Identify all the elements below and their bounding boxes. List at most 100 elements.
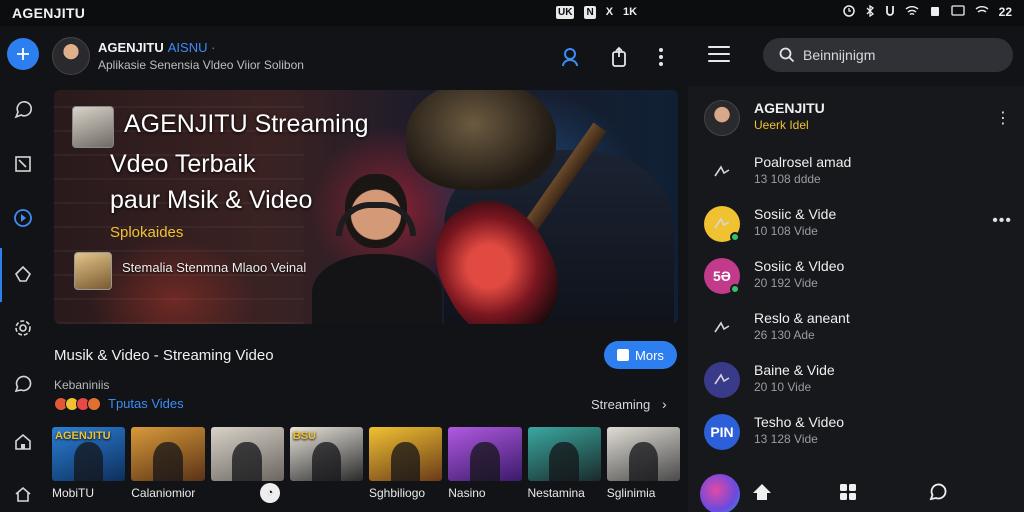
play-circle-icon bbox=[14, 209, 32, 227]
nav-chat-button[interactable] bbox=[926, 480, 950, 504]
video-thumbnail[interactable] bbox=[210, 427, 284, 481]
thumbnail-figure bbox=[390, 442, 421, 481]
channel-list-item[interactable]: 5Ə Sosiic & Vldeo 20 192 Vide bbox=[700, 256, 1020, 300]
channel-item-meta: 26 130 Ade bbox=[754, 328, 815, 342]
add-button[interactable] bbox=[7, 38, 39, 70]
channel-item-name: Poalrosel amad bbox=[754, 154, 852, 170]
online-status-dot bbox=[730, 284, 740, 294]
channel-list-item[interactable]: Baine & Vide 20 10 Vide bbox=[700, 360, 1020, 404]
overflow-menu-button[interactable] bbox=[648, 44, 674, 70]
chevron-right-icon[interactable]: › bbox=[662, 396, 667, 412]
video-thumbnail-label: Calaniomior bbox=[131, 486, 196, 500]
category-chips[interactable]: Tputas Vides bbox=[54, 396, 184, 411]
hero-title-line2: Vdeo Terbaik bbox=[110, 150, 256, 178]
share-icon bbox=[612, 46, 626, 67]
search-icon bbox=[779, 47, 795, 63]
hero-banner[interactable]: AGENJITU Streaming Vdeo Terbaik paur Msi… bbox=[54, 90, 678, 324]
cast-icon bbox=[950, 5, 965, 16]
video-thumbnail-label: MobiTU bbox=[52, 486, 95, 500]
rail-profile-button[interactable] bbox=[11, 430, 35, 454]
chips-label[interactable]: Tputas Vides bbox=[108, 396, 184, 411]
video-thumbnail[interactable] bbox=[606, 427, 680, 481]
thumbnail-text: BSU bbox=[292, 430, 316, 442]
video-thumbnail[interactable]: AGENJITU bbox=[52, 427, 126, 481]
play-circle-icon[interactable]: ◔ bbox=[260, 483, 280, 503]
more-button[interactable]: Mors bbox=[604, 341, 677, 369]
left-nav-rail bbox=[0, 26, 46, 512]
hero-headphone-person bbox=[312, 168, 442, 324]
bluetooth-icon bbox=[866, 5, 874, 17]
channel-list-item[interactable]: Reslo & aneant 26 130 Ade bbox=[700, 308, 1020, 352]
assistant-bubble-icon[interactable] bbox=[700, 474, 740, 512]
hero-tag: Splokaides bbox=[110, 224, 184, 241]
alarm-icon bbox=[842, 5, 855, 17]
video-thumbnail[interactable] bbox=[527, 427, 601, 481]
picture-icon bbox=[15, 156, 31, 172]
share-button[interactable] bbox=[606, 44, 632, 70]
streaming-link[interactable]: Streaming bbox=[591, 397, 650, 412]
profile-row[interactable]: AGENJITU Ueerk Idel ⋮ bbox=[700, 98, 1020, 142]
video-thumbnail[interactable] bbox=[448, 427, 522, 481]
profile-name: AGENJITU bbox=[754, 100, 825, 116]
account-button[interactable] bbox=[558, 44, 584, 70]
rail-home-button[interactable] bbox=[11, 262, 35, 286]
thumbnail-text: AGENJITU bbox=[55, 430, 111, 442]
hero-title-line1: AGENJITU Streaming bbox=[124, 110, 369, 138]
video-thumbnail-label bbox=[290, 486, 363, 500]
channel-list-item[interactable]: PIN Tesho & Video 13 128 Vide bbox=[700, 412, 1020, 456]
video-thumbnail[interactable] bbox=[369, 427, 443, 481]
rail-settings-button[interactable] bbox=[11, 316, 35, 340]
status-bar: AGENJITU UK N X 1K 22 bbox=[0, 0, 1024, 26]
section-title: Musik & Video - Streaming Video bbox=[54, 347, 274, 364]
hero-thumbnail-top[interactable] bbox=[72, 106, 114, 148]
channel-item-meta: 20 10 Vide bbox=[754, 380, 812, 394]
battery-icon bbox=[930, 7, 939, 16]
channel-item-name: Sosiic & Vldeo bbox=[754, 258, 845, 274]
main-header: AGENJITU AISNU · Aplikasie Senensia Vldeo… bbox=[46, 26, 686, 88]
channel-avatar[interactable] bbox=[52, 37, 90, 75]
hamburger-menu-icon[interactable] bbox=[708, 46, 730, 62]
profile-avatar bbox=[704, 100, 740, 136]
channel-item-name: Tesho & Video bbox=[754, 414, 845, 430]
channel-name-accent: AISNU · bbox=[167, 40, 216, 55]
rail-play-button[interactable] bbox=[11, 206, 35, 230]
channel-name: AGENJITU AISNU · bbox=[98, 40, 215, 55]
user-search-icon bbox=[562, 48, 578, 67]
channel-item-name: Baine & Vide bbox=[754, 362, 835, 378]
channel-avatar: PIN bbox=[704, 414, 740, 450]
video-thumbnail-label: Nestamina bbox=[527, 486, 585, 500]
n-icon: N bbox=[584, 6, 596, 19]
channel-item-meta: 10 108 Vide bbox=[754, 224, 818, 238]
x-icon: X bbox=[605, 6, 614, 18]
rail-explore-button[interactable] bbox=[11, 98, 35, 122]
rail-active-indicator bbox=[0, 248, 2, 302]
channel-list-item[interactable]: Poalrosel amad 13 108 ddde bbox=[700, 152, 1020, 196]
rail-messages-button[interactable] bbox=[11, 372, 35, 396]
thumbnail-figure bbox=[549, 442, 579, 481]
more-horizontal-icon[interactable]: ••• bbox=[992, 212, 1012, 230]
home-icon bbox=[15, 265, 31, 282]
chip-dot bbox=[87, 396, 101, 411]
nav-grid-button[interactable] bbox=[836, 480, 860, 504]
more-square-icon bbox=[617, 349, 630, 361]
video-thumbnail[interactable]: BSU bbox=[289, 427, 363, 481]
house-icon bbox=[15, 433, 31, 450]
thumbnail-figure bbox=[628, 442, 659, 481]
hero-thumbnail-bottom[interactable] bbox=[74, 252, 112, 290]
nav-home-button[interactable] bbox=[750, 480, 774, 504]
channel-list-item[interactable]: Sosiic & Vide 10 108 Vide ••• bbox=[700, 204, 1020, 248]
video-thumbnail[interactable] bbox=[131, 427, 205, 481]
wifi-icon bbox=[975, 6, 989, 13]
more-vertical-icon[interactable]: ⋮ bbox=[995, 108, 1012, 128]
search-bar[interactable] bbox=[763, 38, 1013, 72]
bottom-nav bbox=[688, 470, 1024, 512]
rail-library-button[interactable] bbox=[11, 152, 35, 176]
thumbnail-figure bbox=[232, 442, 262, 481]
grid-home-icon bbox=[15, 486, 31, 502]
rail-more-button[interactable] bbox=[11, 482, 35, 506]
thumbnail-figure bbox=[470, 442, 500, 481]
uk-icon: UK bbox=[556, 6, 575, 19]
channel-item-meta: 20 192 Vide bbox=[754, 276, 818, 290]
channel-subtitle: Aplikasie Senensia Vldeo Viior Solibon bbox=[98, 58, 304, 72]
search-input[interactable] bbox=[803, 47, 993, 63]
